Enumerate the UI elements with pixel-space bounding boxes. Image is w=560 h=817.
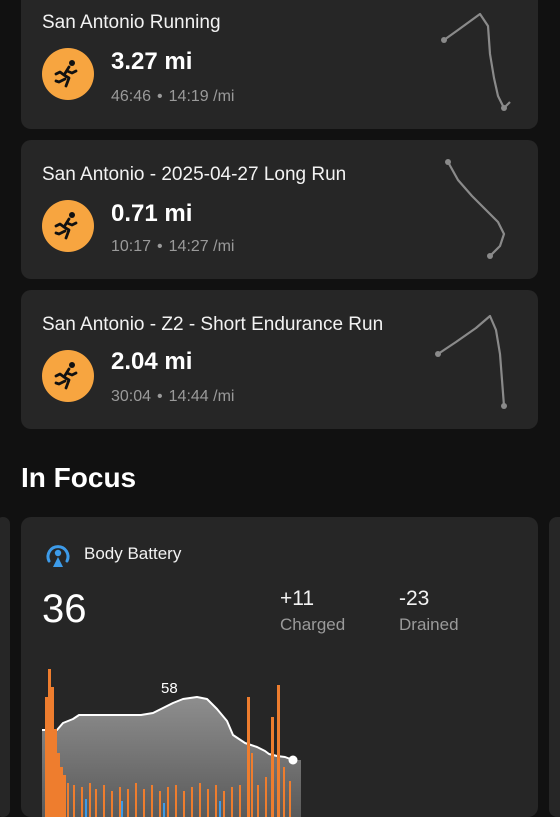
body-battery-value: 36 xyxy=(42,587,87,631)
route-map xyxy=(441,12,511,111)
charged-label: Charged xyxy=(280,615,346,634)
next-card-peek[interactable] xyxy=(549,517,560,817)
drained-label: Drained xyxy=(399,615,459,634)
running-icon xyxy=(42,350,94,402)
activity-duration: 46:46 xyxy=(111,88,152,105)
activity-pace: 14:19 /mi xyxy=(168,88,235,105)
activity-card[interactable]: San Antonio - Z2 - Short Endurance Run 2… xyxy=(21,290,538,429)
activity-pace: 14:44 /mi xyxy=(168,388,235,405)
activity-title: San Antonio - 2025-04-27 Long Run xyxy=(42,164,347,185)
separator-dot: • xyxy=(157,388,163,405)
separator-dot: • xyxy=(157,238,163,255)
card-title: Body Battery xyxy=(84,544,182,563)
previous-card-peek[interactable] xyxy=(0,517,10,817)
activity-pace: 14:27 /mi xyxy=(168,238,235,255)
separator-dot: • xyxy=(157,88,163,105)
peak-label: 58 xyxy=(161,680,178,697)
activity-distance: 3.27 mi xyxy=(111,48,193,75)
drained-value: -23 xyxy=(399,587,430,610)
running-icon xyxy=(42,200,94,252)
activity-distance: 0.71 mi xyxy=(111,200,193,227)
activity-title: San Antonio Running xyxy=(42,12,221,33)
current-point xyxy=(288,755,298,765)
body-battery-card[interactable]: Body Battery 36 +11 Charged -23 Drained … xyxy=(21,517,538,817)
activity-title: San Antonio - Z2 - Short Endurance Run xyxy=(42,314,384,335)
activity-card[interactable]: San Antonio - 2025-04-27 Long Run 0.71 m… xyxy=(21,140,538,279)
activity-duration: 30:04 xyxy=(111,388,152,405)
activity-meta: 46:46 • 14:19 /mi xyxy=(111,88,234,106)
activity-distance: 2.04 mi xyxy=(111,348,193,375)
body-battery-chart: 58 xyxy=(42,669,301,817)
activity-card[interactable]: San Antonio Running 3.27 mi 46:46 • 14:19 … xyxy=(21,0,538,129)
route-map xyxy=(435,314,507,409)
running-icon xyxy=(42,48,94,100)
section-title: In Focus xyxy=(21,462,137,493)
charged-value: +11 xyxy=(280,587,315,610)
route-map xyxy=(445,159,506,259)
activity-meta: 10:17 • 14:27 /mi xyxy=(111,238,234,256)
activity-meta: 30:04 • 14:44 /mi xyxy=(111,388,234,406)
body-battery-icon xyxy=(46,545,70,567)
activity-duration: 10:17 xyxy=(111,238,152,255)
